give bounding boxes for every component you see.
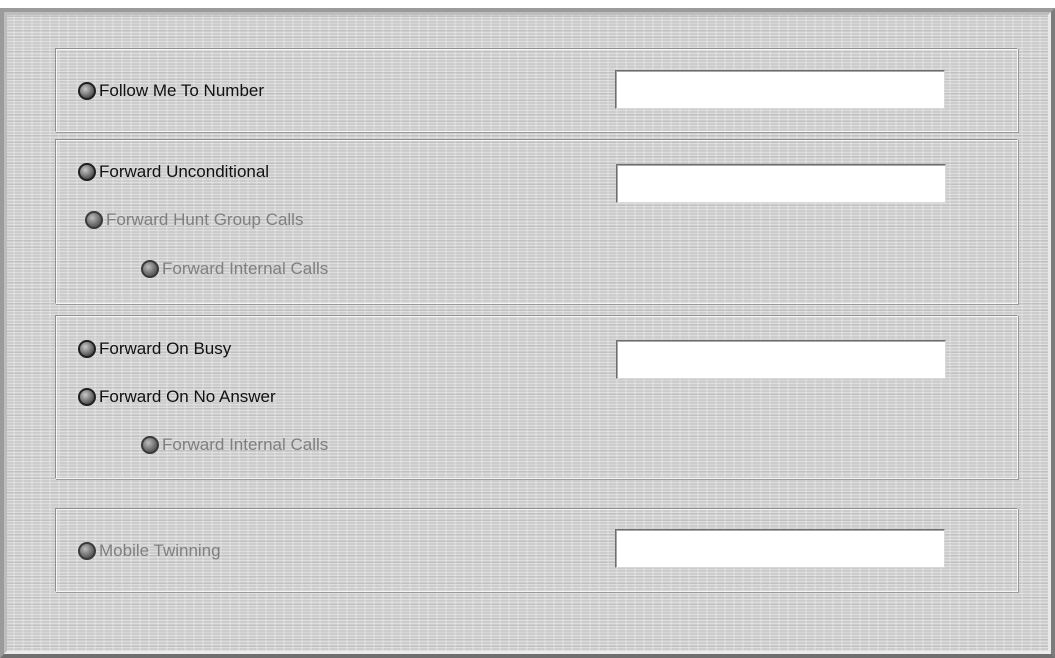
follow-me-group: Follow Me To Number bbox=[55, 48, 1018, 132]
forward-unconditional-number-input[interactable] bbox=[616, 164, 946, 203]
radio-button-icon[interactable] bbox=[78, 340, 96, 358]
forward-hunt-group-calls-label: Forward Hunt Group Calls bbox=[106, 210, 304, 229]
mobile-twinning-label: Mobile Twinning bbox=[99, 541, 221, 560]
forward-on-no-answer-label: Forward On No Answer bbox=[99, 387, 276, 406]
forward-on-busy-option[interactable]: Forward On Busy bbox=[78, 337, 231, 361]
forward-busy-number-input[interactable] bbox=[616, 340, 946, 379]
mobile-twinning-number-input[interactable] bbox=[615, 529, 945, 568]
forward-unconditional-label: Forward Unconditional bbox=[99, 162, 270, 181]
radio-button-icon[interactable] bbox=[78, 542, 96, 560]
radio-button-icon[interactable] bbox=[78, 82, 96, 100]
follow-me-option[interactable]: Follow Me To Number bbox=[78, 79, 264, 103]
forward-unconditional-group: Forward Unconditional Forward Hunt Group… bbox=[55, 139, 1018, 304]
forward-internal-calls-option[interactable]: Forward Internal Calls bbox=[141, 257, 328, 281]
radio-button-icon[interactable] bbox=[141, 260, 159, 278]
forward-internal-calls-label: Forward Internal Calls bbox=[162, 259, 329, 278]
follow-me-number-input[interactable] bbox=[615, 70, 945, 109]
forward-hunt-group-calls-option[interactable]: Forward Hunt Group Calls bbox=[85, 208, 303, 232]
radio-button-icon[interactable] bbox=[141, 436, 159, 454]
follow-me-label: Follow Me To Number bbox=[99, 81, 265, 100]
forward-on-busy-label: Forward On Busy bbox=[99, 339, 232, 358]
mobile-twinning-group: Mobile Twinning bbox=[55, 508, 1018, 592]
forward-busy-no-answer-group: Forward On Busy Forward On No Answer For… bbox=[55, 315, 1018, 479]
radio-button-icon[interactable] bbox=[78, 388, 96, 406]
forward-unconditional-option[interactable]: Forward Unconditional bbox=[78, 160, 269, 184]
radio-button-icon[interactable] bbox=[78, 163, 96, 181]
forward-internal-calls-label: Forward Internal Calls bbox=[162, 435, 329, 454]
forward-on-no-answer-option[interactable]: Forward On No Answer bbox=[78, 385, 276, 409]
forward-internal-calls-option[interactable]: Forward Internal Calls bbox=[141, 433, 328, 457]
radio-button-icon[interactable] bbox=[85, 211, 103, 229]
mobile-twinning-option[interactable]: Mobile Twinning bbox=[78, 539, 221, 563]
call-forwarding-panel: Follow Me To Number Forward Unconditiona… bbox=[0, 8, 1055, 658]
